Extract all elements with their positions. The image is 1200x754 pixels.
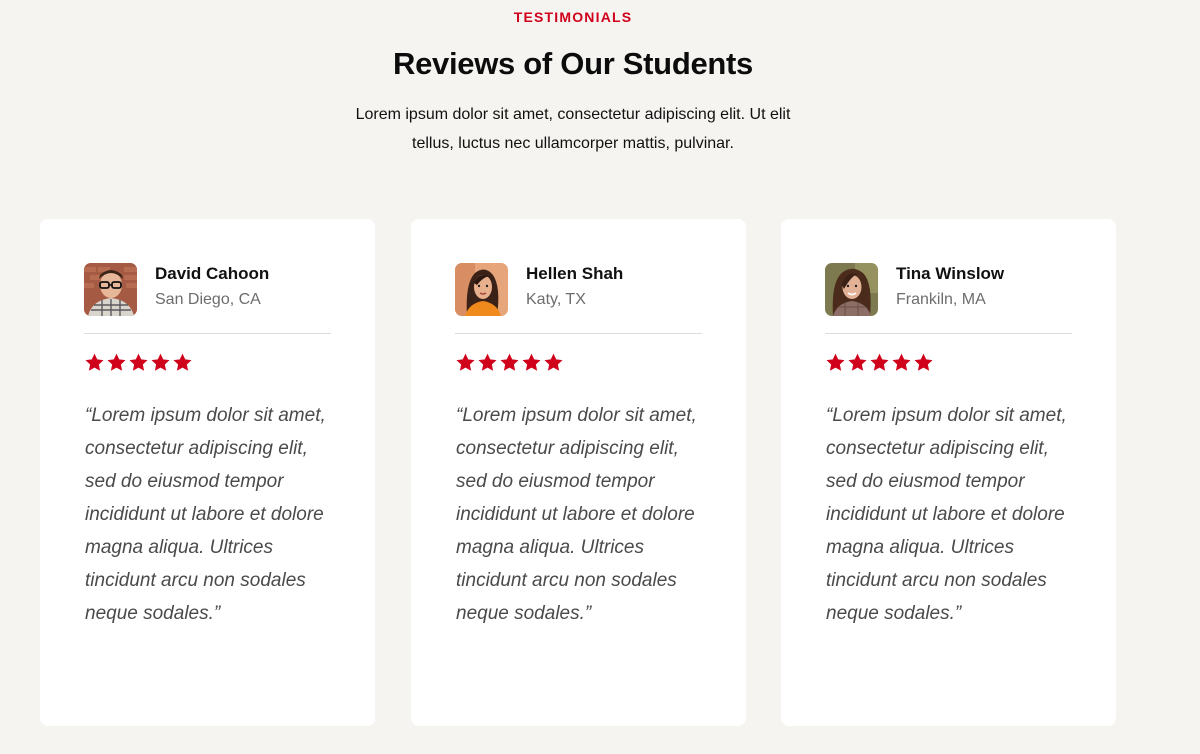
testimonial-card: Tina Winslow Frankiln, MA “Lorem ipsum d… (781, 219, 1116, 726)
star-icon (129, 353, 148, 371)
testimonial-quote: “Lorem ipsum dolor sit amet, consectetur… (826, 405, 1067, 624)
avatar (455, 263, 508, 316)
reviewer-location: Katy, TX (526, 291, 586, 308)
section-title: Reviews of Our Students (393, 46, 753, 81)
reviewer-name: Hellen Shah (526, 264, 624, 283)
star-icon (848, 353, 867, 371)
testimonial-quote: “Lorem ipsum dolor sit amet, consectetur… (85, 405, 326, 624)
testimonial-card: Hellen Shah Katy, TX “Lorem ipsum dolor … (411, 219, 746, 726)
star-icon (826, 353, 845, 371)
star-icon (478, 353, 497, 371)
star-icon (107, 353, 126, 371)
reviewer-location: San Diego, CA (155, 291, 261, 308)
divider (825, 333, 1072, 334)
reviewer-location: Frankiln, MA (896, 291, 986, 308)
star-rating (84, 352, 193, 374)
avatar (825, 263, 878, 316)
divider (455, 333, 702, 334)
star-icon (870, 353, 889, 371)
star-icon (173, 353, 192, 371)
star-icon (914, 353, 933, 371)
star-icon (151, 353, 170, 371)
reviewer-name: David Cahoon (155, 264, 270, 283)
avatar (84, 263, 137, 316)
star-icon (500, 353, 519, 371)
star-icon (544, 353, 563, 371)
star-icon (522, 353, 541, 371)
testimonial-quote: “Lorem ipsum dolor sit amet, consectetur… (456, 405, 697, 624)
divider (84, 333, 331, 334)
testimonial-card: David Cahoon San Diego, CA “Lorem ipsum … (40, 219, 375, 726)
reviewer-name: Tina Winslow (896, 264, 1005, 283)
star-rating (825, 352, 934, 374)
section-eyebrow: TESTIMONIALS (513, 9, 633, 25)
star-rating (455, 352, 564, 374)
section-intro: Lorem ipsum dolor sit amet, consectetur … (355, 106, 791, 152)
star-icon (892, 353, 911, 371)
star-icon (456, 353, 475, 371)
star-icon (85, 353, 104, 371)
